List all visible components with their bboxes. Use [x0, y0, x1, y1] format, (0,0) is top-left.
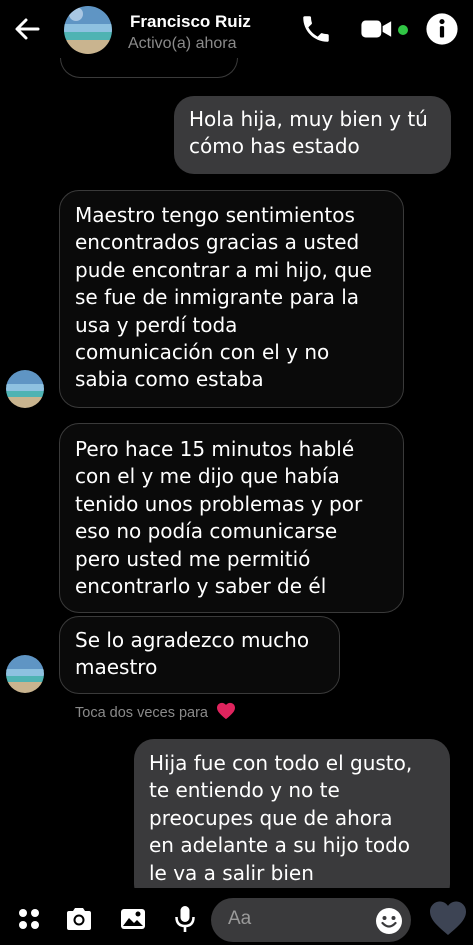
message-incoming[interactable]: Pero hace 15 minutos hablé con el y me d… — [59, 423, 404, 613]
image-icon[interactable] — [118, 904, 148, 934]
sender-avatar[interactable] — [6, 370, 44, 408]
heart-icon — [217, 702, 236, 720]
message-outgoing[interactable]: Hola hija, muy bien y tú cómo has estado — [174, 96, 451, 174]
contact-avatar[interactable] — [64, 6, 112, 54]
back-arrow-icon[interactable] — [12, 14, 42, 44]
message-incoming[interactable]: Se lo agradezco mucho maestro — [59, 616, 340, 694]
reaction-hint-text: Toca dos veces para — [75, 705, 208, 721]
contact-status: Activo(a) ahora — [128, 35, 237, 52]
heart-like-icon[interactable] — [428, 900, 468, 938]
menu-dots-icon[interactable] — [14, 904, 44, 934]
info-icon[interactable] — [425, 12, 459, 46]
message-input-placeholder: Aa — [228, 908, 252, 929]
phone-icon[interactable] — [299, 12, 333, 46]
online-status-dot — [398, 25, 408, 35]
contact-name[interactable]: Francisco Ruiz — [130, 12, 251, 32]
sender-avatar[interactable] — [6, 655, 44, 693]
chat-header: Francisco Ruiz Activo(a) ahora — [0, 0, 473, 58]
video-camera-icon[interactable] — [360, 12, 394, 46]
message-outgoing[interactable]: Hija fue con todo el gusto, te entiendo … — [134, 739, 450, 904]
emoji-icon[interactable] — [374, 906, 404, 936]
message-incoming[interactable]: Maestro tengo sentimientos encontrados g… — [59, 190, 404, 408]
microphone-icon[interactable] — [170, 904, 200, 934]
reaction-hint: Toca dos veces para — [75, 702, 236, 721]
camera-icon[interactable] — [64, 904, 94, 934]
